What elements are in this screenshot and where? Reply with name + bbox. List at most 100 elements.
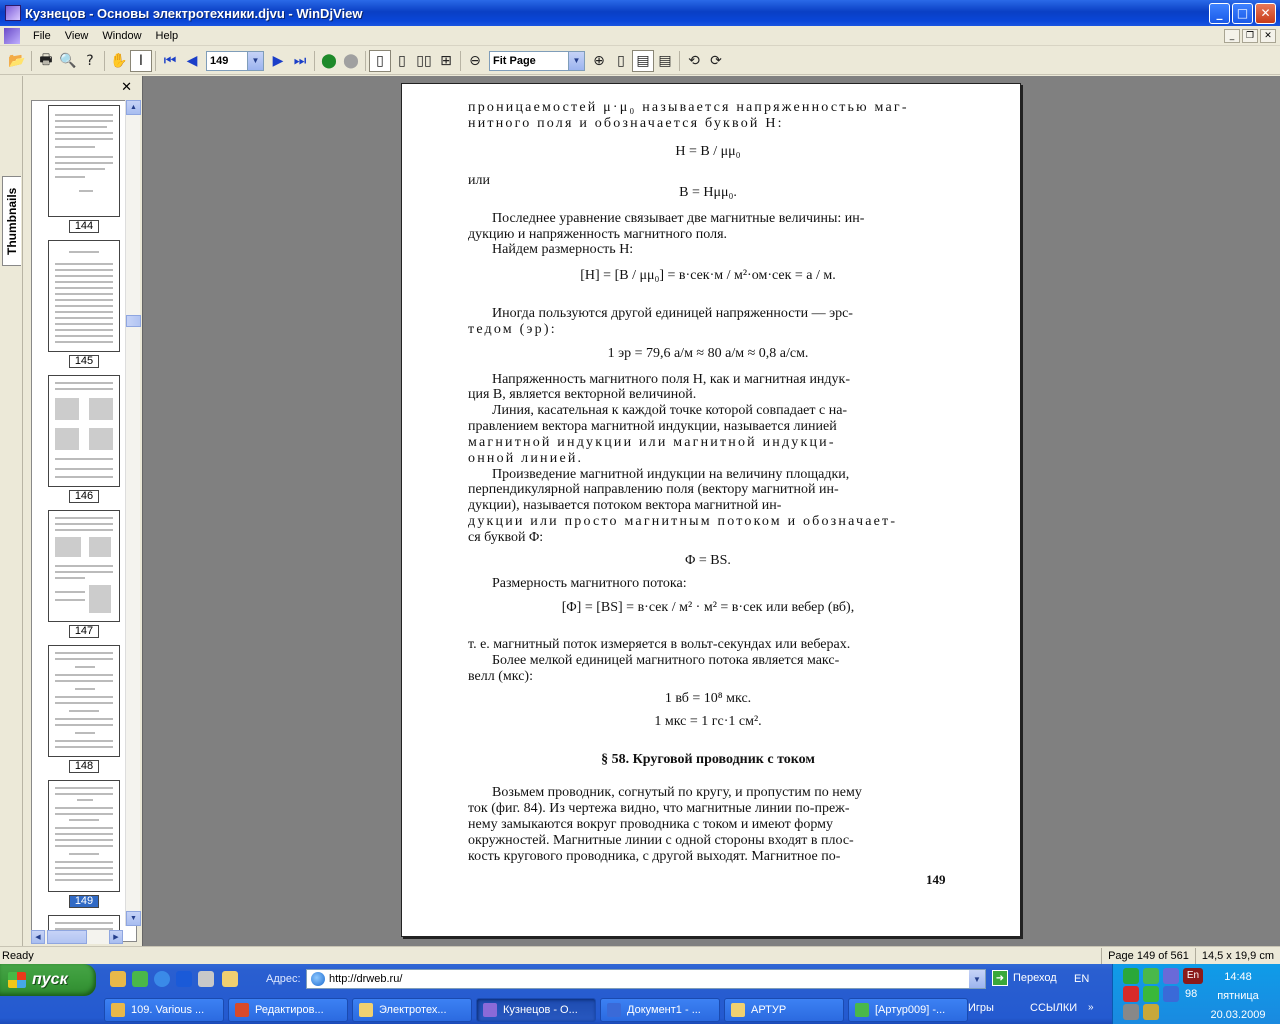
tray-lang-icon[interactable]: En: [1183, 968, 1203, 984]
menu-help[interactable]: Help: [149, 30, 186, 42]
taskbar-button[interactable]: [Артур009] -...: [848, 998, 968, 1022]
tab-thumbnails[interactable]: Thumbnails: [2, 176, 21, 266]
mdi-close-button[interactable]: ✕: [1260, 28, 1276, 43]
rotate-right-icon[interactable]: ⟳: [705, 50, 727, 72]
last-page-icon[interactable]: ⏭: [289, 50, 311, 72]
quicklaunch-icon[interactable]: [176, 971, 192, 987]
tray-links[interactable]: ССЫЛКИ: [1030, 1002, 1077, 1014]
menu-file[interactable]: File: [26, 30, 58, 42]
document-icon[interactable]: [4, 27, 20, 44]
zoom-in-icon[interactable]: ⊕: [588, 50, 610, 72]
taskbar-button[interactable]: Редактиров...: [228, 998, 348, 1022]
back-icon[interactable]: ⬤: [318, 50, 340, 72]
document-line: нитного поля и обозначается буквой H:: [468, 116, 784, 131]
tray-icon[interactable]: [1143, 1004, 1159, 1020]
chevron-down-icon[interactable]: ▼: [568, 51, 584, 70]
taskbar-button[interactable]: АРТУР: [724, 998, 844, 1022]
scroll-up-icon[interactable]: ▲: [126, 100, 141, 115]
menu-view[interactable]: View: [58, 30, 96, 42]
thumbnails-horizontal-scrollbar[interactable]: ◀ ▶: [31, 930, 123, 944]
address-field[interactable]: http://drweb.ru/ ▼: [306, 969, 986, 989]
tray-icon[interactable]: [1163, 968, 1179, 984]
tray-games[interactable]: Игры: [968, 1002, 994, 1014]
app-icon: [731, 1003, 745, 1017]
tray-icon[interactable]: [1143, 968, 1159, 984]
taskbar-button[interactable]: Документ1 - ...: [600, 998, 720, 1022]
page-number-combo[interactable]: 149 ▼: [206, 50, 264, 71]
start-button[interactable]: пуск: [0, 964, 96, 996]
screen: Кузнецов - Основы электротехники.djvu - …: [0, 0, 1280, 1024]
print-icon[interactable]: 🖶: [35, 50, 57, 72]
open-icon[interactable]: 📂: [6, 50, 28, 72]
previous-page-icon[interactable]: ◀: [181, 50, 203, 72]
rotate-left-icon[interactable]: ⟲: [683, 50, 705, 72]
language-indicator[interactable]: EN: [1074, 973, 1089, 985]
close-button[interactable]: ✕: [1255, 2, 1276, 24]
select-tool-icon[interactable]: I: [130, 49, 152, 72]
clock[interactable]: 14:48 пятница 20.03.2009: [1206, 968, 1270, 1024]
scrollbar-thumb[interactable]: [126, 315, 141, 327]
hand-tool-icon[interactable]: ✋: [108, 50, 130, 72]
taskbar-button-label: [Артур009] -...: [875, 1004, 946, 1016]
zoom-out-icon[interactable]: ⊖: [464, 50, 486, 72]
help-icon[interactable]: ?: [79, 50, 101, 72]
status-text: Ready: [2, 949, 34, 962]
mdi-restore-button[interactable]: ❐: [1242, 28, 1258, 43]
taskbar-button[interactable]: Кузнецов - О...: [476, 998, 596, 1022]
menu-window[interactable]: Window: [95, 30, 148, 42]
scroll-left-icon[interactable]: ◀: [31, 930, 45, 944]
scroll-right-icon[interactable]: ▶: [109, 930, 123, 944]
tray-icon[interactable]: [1123, 968, 1139, 984]
window-title: Кузнецов - Основы электротехники.djvu - …: [25, 5, 363, 21]
quicklaunch-icon[interactable]: [132, 971, 148, 987]
minimize-button[interactable]: _: [1209, 2, 1230, 24]
thumbnails-list[interactable]: 144 145 146 147 148 149: [31, 100, 137, 942]
taskbar-button[interactable]: 109. Various ...: [104, 998, 224, 1022]
quicklaunch-icon[interactable]: [110, 971, 126, 987]
tray-icon[interactable]: [1163, 986, 1179, 1002]
kaspersky-icon[interactable]: [1123, 986, 1139, 1002]
zoom-combo[interactable]: Fit Page ▼: [489, 50, 585, 71]
continuous-icon[interactable]: ▯: [391, 50, 413, 72]
single-page-icon[interactable]: ▯: [369, 49, 391, 72]
thumbnail-149[interactable]: 149: [48, 780, 120, 908]
scrollbar-thumb[interactable]: [47, 930, 87, 944]
thumbnail-146[interactable]: 146: [48, 375, 120, 503]
tray-icon[interactable]: [1143, 986, 1159, 1002]
go-label: Переход: [1013, 972, 1057, 984]
title-bar[interactable]: Кузнецов - Основы электротехники.djvu - …: [0, 0, 1280, 26]
thumbnail-144[interactable]: 144: [48, 105, 120, 233]
tray-icon[interactable]: [1123, 1004, 1139, 1020]
close-icon[interactable]: ✕: [121, 80, 132, 95]
thumbnail-147[interactable]: 147: [48, 510, 120, 638]
scroll-down-icon[interactable]: ▼: [126, 911, 141, 926]
app-icon[interactable]: [5, 5, 21, 21]
chevron-down-icon[interactable]: ▼: [969, 970, 985, 988]
document-view[interactable]: 149 проницаемостей μ·μ₀ называется напря…: [142, 76, 1280, 946]
continuous-facing-icon[interactable]: ⊞: [435, 50, 457, 72]
next-page-icon[interactable]: ▶: [267, 50, 289, 72]
mdi-minimize-button[interactable]: _: [1224, 28, 1240, 43]
thumbnails-vertical-scrollbar[interactable]: ▲ ▼: [125, 100, 141, 926]
taskbar: пуск Адрес: http://drweb.ru/ ▼ ➜ Переход…: [0, 964, 1280, 1024]
fit-page-icon[interactable]: ▯: [610, 50, 632, 72]
document-line: [Φ] = [BS] = в·сек / м² · м² = в·сек или…: [561, 600, 855, 615]
go-button[interactable]: ➜ Переход: [992, 970, 1057, 986]
forward-icon[interactable]: ⬤: [340, 50, 362, 72]
thumbnail-148[interactable]: 148: [48, 645, 120, 773]
maximize-button[interactable]: □: [1232, 2, 1253, 24]
facing-icon[interactable]: ▯▯: [413, 50, 435, 72]
quicklaunch-icon[interactable]: [222, 971, 238, 987]
text-layout-icon[interactable]: ▤: [654, 50, 676, 72]
find-icon[interactable]: 🔍: [57, 50, 79, 72]
app-icon: [607, 1003, 621, 1017]
first-page-icon[interactable]: ⏮: [159, 50, 181, 72]
quicklaunch-icon[interactable]: [198, 971, 214, 987]
ie-icon[interactable]: [154, 971, 170, 987]
chevron-icon[interactable]: »: [1088, 1002, 1094, 1013]
layout-icon[interactable]: ▤: [632, 49, 654, 72]
taskbar-button[interactable]: Электротех...: [352, 998, 472, 1022]
chevron-down-icon[interactable]: ▼: [247, 51, 263, 70]
thumbnail-145[interactable]: 145: [48, 240, 120, 368]
document-line: Линия, касательная к каждой точке которо…: [492, 403, 848, 418]
